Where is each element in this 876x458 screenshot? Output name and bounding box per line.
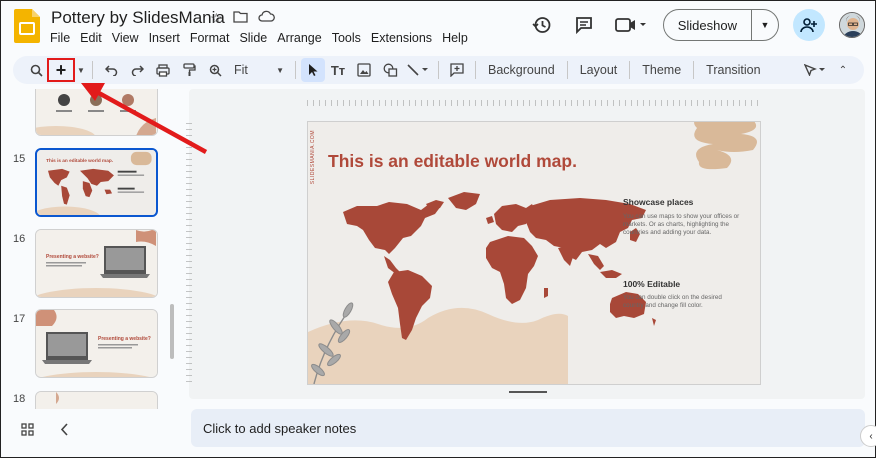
divider bbox=[693, 61, 695, 79]
slide-title[interactable]: This is an editable world map. bbox=[328, 151, 577, 172]
paint-format-icon[interactable] bbox=[176, 58, 202, 82]
shape-icon[interactable] bbox=[377, 58, 403, 82]
zoom-value: Fit bbox=[234, 63, 248, 77]
move-folder-icon[interactable] bbox=[232, 10, 248, 27]
menu-tools[interactable]: Tools bbox=[332, 31, 361, 45]
menu-slide[interactable]: Slide bbox=[239, 31, 267, 45]
comments-icon[interactable] bbox=[569, 10, 599, 40]
collapse-filmstrip-icon[interactable] bbox=[60, 423, 69, 439]
info-text[interactable]: You can double click on the desired coun… bbox=[623, 294, 743, 310]
add-person-icon bbox=[800, 18, 817, 33]
slide-number: 15 bbox=[13, 153, 26, 165]
vertical-ruler bbox=[186, 123, 192, 383]
menu-help[interactable]: Help bbox=[442, 31, 468, 45]
slide-number: 17 bbox=[13, 313, 26, 325]
pen-tool-icon[interactable] bbox=[798, 58, 832, 82]
divider bbox=[295, 61, 296, 79]
slide-number: 18 bbox=[13, 393, 26, 405]
info-heading[interactable]: Showcase places bbox=[623, 197, 693, 207]
redo-icon[interactable] bbox=[124, 58, 150, 82]
menu-insert[interactable]: Insert bbox=[149, 31, 180, 45]
divider bbox=[566, 61, 568, 79]
new-slide-button[interactable]: + bbox=[47, 58, 75, 82]
info-heading[interactable]: 100% Editable bbox=[623, 279, 680, 289]
canvas-resize-handle[interactable] bbox=[509, 391, 547, 393]
menu-edit[interactable]: Edit bbox=[80, 31, 102, 45]
meet-icon[interactable] bbox=[611, 10, 651, 40]
menu-file[interactable]: File bbox=[50, 31, 70, 45]
add-comment-icon[interactable] bbox=[444, 58, 470, 82]
menu-bar: File Edit View Insert Format Slide Arran… bbox=[50, 31, 478, 45]
line-icon[interactable] bbox=[403, 58, 433, 82]
slides-logo-icon[interactable] bbox=[14, 9, 40, 43]
menu-view[interactable]: View bbox=[112, 31, 139, 45]
menu-arrange[interactable]: Arrange bbox=[277, 31, 321, 45]
slide-thumbnail[interactable]: Presenting a website? bbox=[35, 229, 158, 298]
select-tool-icon[interactable] bbox=[301, 58, 325, 82]
zoom-select[interactable]: Fit ▼ bbox=[228, 58, 290, 82]
app-header: Pottery by SlidesMania ☆ File Edit View … bbox=[1, 1, 875, 53]
filmstrip: 15 This is an editable world map. 16 Pre… bbox=[1, 89, 177, 409]
menu-extensions[interactable]: Extensions bbox=[371, 31, 432, 45]
filmstrip-controls bbox=[21, 423, 69, 439]
decor-wave bbox=[308, 307, 568, 384]
current-slide[interactable]: SLIDESMANIA.COM This is an editable worl… bbox=[307, 121, 761, 385]
slide-thumbnail[interactable]: Presenting a website? bbox=[35, 309, 158, 378]
undo-icon[interactable] bbox=[98, 58, 124, 82]
title-actions: ☆ bbox=[210, 10, 275, 27]
header-actions: Slideshow ▼ bbox=[527, 9, 865, 41]
divider bbox=[629, 61, 631, 79]
slide-vertical-text: SLIDESMANIA.COM bbox=[310, 130, 316, 185]
zoom-icon[interactable] bbox=[202, 58, 228, 82]
new-slide-dropdown-icon[interactable]: ▼ bbox=[75, 58, 87, 82]
svg-text:This is an editable world map.: This is an editable world map. bbox=[46, 158, 113, 163]
share-button[interactable] bbox=[793, 9, 825, 41]
slide-thumbnail-selected[interactable]: This is an editable world map. bbox=[35, 148, 158, 217]
slide-thumbnail[interactable] bbox=[35, 89, 158, 136]
svg-text:Presenting a website?: Presenting a website? bbox=[46, 254, 99, 260]
world-map bbox=[343, 192, 656, 340]
insert-image-icon[interactable] bbox=[351, 58, 377, 82]
chevron-down-icon: ▼ bbox=[276, 65, 284, 75]
chevron-down-icon[interactable]: ▼ bbox=[752, 10, 778, 40]
horizontal-ruler bbox=[307, 100, 761, 106]
slide-thumbnail[interactable] bbox=[35, 391, 158, 409]
decor-blob bbox=[694, 122, 757, 170]
transition-button[interactable]: Transition bbox=[699, 58, 767, 82]
slide-number: 16 bbox=[13, 233, 26, 245]
divider bbox=[92, 61, 93, 79]
svg-text:Presenting a website?: Presenting a website? bbox=[98, 336, 151, 342]
filmstrip-scrollbar[interactable] bbox=[170, 304, 174, 359]
text-box-icon[interactable]: Tт bbox=[325, 58, 351, 82]
menu-format[interactable]: Format bbox=[190, 31, 230, 45]
speaker-notes[interactable]: Click to add speaker notes bbox=[191, 409, 865, 447]
background-button[interactable]: Background bbox=[481, 58, 562, 82]
star-icon[interactable]: ☆ bbox=[210, 10, 223, 27]
layout-button[interactable]: Layout bbox=[573, 58, 625, 82]
version-history-icon[interactable] bbox=[527, 10, 557, 40]
side-panel-toggle-icon[interactable]: ‹ bbox=[860, 425, 876, 447]
divider bbox=[475, 61, 476, 79]
grid-view-icon[interactable] bbox=[21, 423, 34, 439]
search-menus-icon[interactable] bbox=[25, 58, 47, 82]
info-text[interactable]: You can use maps to show your offices or… bbox=[623, 213, 743, 237]
avatar[interactable] bbox=[839, 12, 865, 38]
toolbar: + ▼ Fit ▼ Tт Background Layout Theme Tra… bbox=[13, 56, 864, 84]
plus-icon: + bbox=[55, 59, 67, 80]
chevron-up-icon[interactable]: ⌃ bbox=[832, 58, 854, 82]
print-icon[interactable] bbox=[150, 58, 176, 82]
slideshow-label[interactable]: Slideshow bbox=[664, 10, 752, 40]
theme-button[interactable]: Theme bbox=[635, 58, 688, 82]
document-title[interactable]: Pottery by SlidesMania bbox=[51, 8, 225, 28]
cloud-status-icon[interactable] bbox=[257, 10, 275, 27]
divider bbox=[438, 61, 439, 79]
slideshow-button[interactable]: Slideshow ▼ bbox=[662, 9, 779, 41]
